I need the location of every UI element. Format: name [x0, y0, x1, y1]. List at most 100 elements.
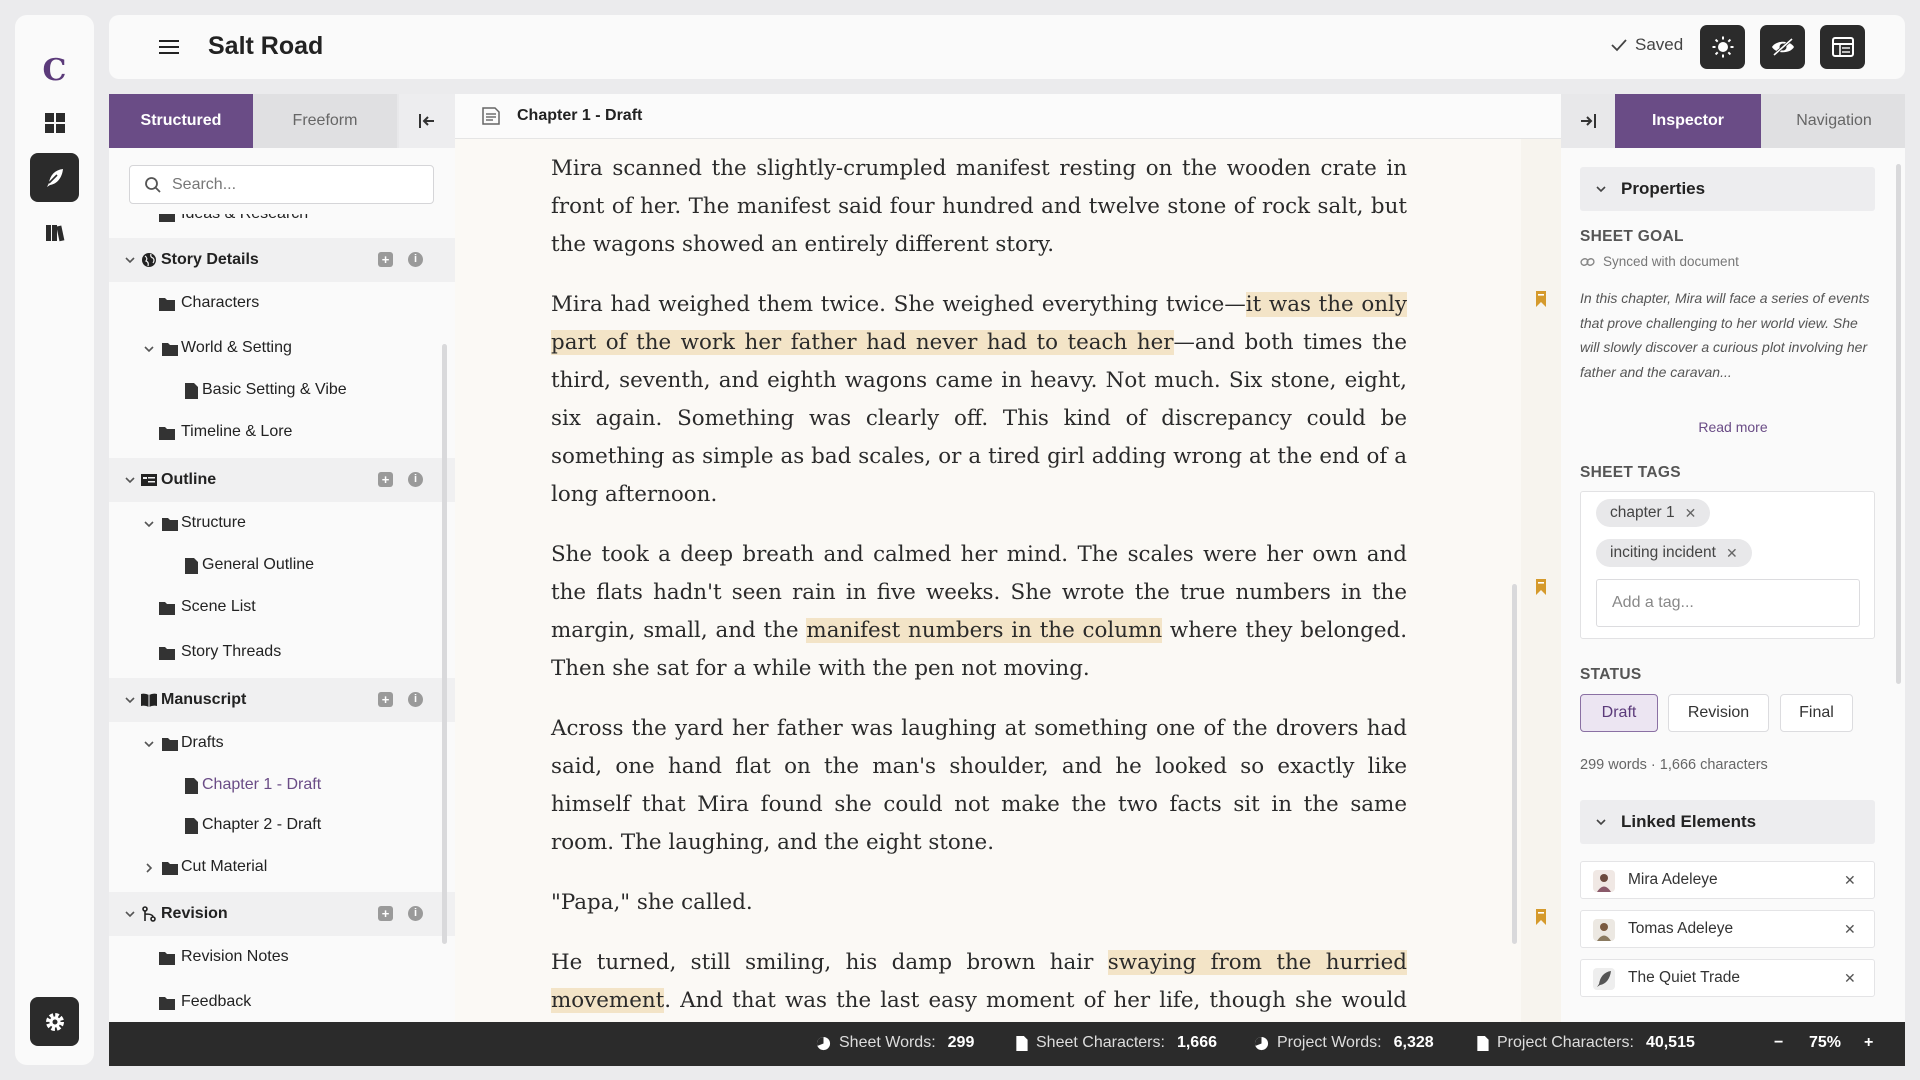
add-item-button[interactable]: + [378, 472, 393, 487]
info-icon[interactable]: i [408, 252, 423, 267]
tree-item-chapter-2[interactable]: Chapter 2 - Draft [109, 805, 455, 847]
sheet-chars-stat: Sheet Characters: 1,666 [1015, 1034, 1217, 1052]
linked-element-item[interactable]: Mira Adeleye ✕ [1580, 861, 1875, 899]
tree-item-chapter-1[interactable]: Chapter 1 - Draft [109, 765, 455, 807]
tree-item-timeline[interactable]: Timeline & Lore [109, 412, 455, 454]
text-span: "Papa," she called. [551, 890, 753, 915]
tag-label: chapter 1 [1610, 504, 1675, 521]
add-item-button[interactable]: + [378, 906, 393, 921]
tree-item-feedback[interactable]: Feedback [109, 982, 455, 1023]
project-words-label: Project Words: [1277, 1034, 1382, 1051]
layout-button[interactable] [1820, 25, 1865, 69]
linked-element-item[interactable]: Tomas Adeleye ✕ [1580, 910, 1875, 948]
manuscript-paragraph[interactable]: Across the yard her father was laughing … [551, 710, 1407, 862]
bookmark-icon[interactable] [1535, 291, 1547, 307]
table-icon [1831, 37, 1854, 57]
tab-structured[interactable]: Structured [109, 94, 253, 148]
editor-pane: Chapter 1 - Draft Mira scanned the sligh… [455, 94, 1561, 1023]
manuscript-paragraph[interactable]: He turned, still smiling, his damp brown… [551, 944, 1407, 1023]
project-words-value: 6,328 [1393, 1034, 1434, 1051]
info-icon[interactable]: i [408, 692, 423, 707]
tree-item-label: Chapter 2 - Draft [202, 816, 322, 833]
collapse-left-icon [419, 114, 434, 128]
info-icon[interactable]: i [408, 472, 423, 487]
tree-item-cut-material[interactable]: Cut Material [109, 847, 455, 889]
chevron-down-icon [125, 257, 135, 264]
zoom-in-button[interactable]: + [1864, 1034, 1873, 1052]
project-title: Salt Road [208, 32, 324, 60]
settings-button[interactable] [30, 997, 79, 1046]
chevron-down-icon [125, 477, 135, 484]
properties-header[interactable]: Properties [1580, 167, 1875, 211]
tree-item-basic-setting[interactable]: Basic Setting & Vibe [109, 370, 455, 412]
tree-item-story-threads[interactable]: Story Threads [109, 632, 455, 674]
tree-item-label: Feedback [181, 993, 252, 1010]
tree-item-revision-notes[interactable]: Revision Notes [109, 937, 455, 979]
highlighted-text[interactable]: manifest numbers in the column [806, 618, 1163, 643]
search-input[interactable] [172, 166, 427, 203]
bookmark-icon[interactable] [1535, 579, 1547, 595]
collapse-left-button[interactable] [399, 94, 455, 148]
manuscript-paragraph[interactable]: Mira scanned the slightly-crumpled manif… [551, 150, 1407, 264]
folder-icon [159, 997, 175, 1010]
pie-icon [816, 1036, 831, 1050]
manuscript-paragraph[interactable]: Mira had weighed them twice. She weighed… [551, 286, 1407, 514]
tree-section-outline[interactable]: Outline + i [109, 458, 455, 502]
tag-label: inciting incident [1610, 544, 1716, 561]
linked-element-name: The Quiet Trade [1628, 969, 1741, 986]
tab-navigation[interactable]: Navigation [1761, 94, 1905, 148]
menu-icon[interactable] [157, 35, 181, 59]
status-draft-button[interactable]: Draft [1580, 694, 1658, 732]
library-button[interactable] [30, 208, 79, 257]
collapse-right-button[interactable] [1561, 94, 1615, 148]
tab-freeform[interactable]: Freeform [253, 94, 397, 148]
binder-scrollbar[interactable] [442, 344, 447, 944]
inspector-scrollbar[interactable] [1896, 164, 1901, 684]
info-icon[interactable]: i [408, 906, 423, 921]
tag-chip: chapter 1 ✕ [1596, 499, 1711, 527]
app-rail: C [15, 15, 94, 1065]
focus-mode-button[interactable] [1760, 25, 1805, 69]
linked-element-item[interactable]: The Quiet Trade ✕ [1580, 959, 1875, 997]
add-item-button[interactable]: + [378, 692, 393, 707]
tree-item-ideas[interactable]: Ideas & Research [109, 214, 455, 236]
zoom-out-button[interactable]: − [1774, 1034, 1783, 1052]
document-icon [185, 383, 198, 399]
remove-link-icon[interactable]: ✕ [1844, 970, 1856, 987]
binder-search [129, 165, 434, 204]
linked-elements-title: Linked Elements [1621, 812, 1757, 831]
dashboard-button[interactable] [30, 98, 79, 147]
bookmark-icon[interactable] [1535, 909, 1547, 925]
chevron-down-icon [144, 741, 154, 748]
status-final-button[interactable]: Final [1780, 694, 1853, 732]
tab-inspector[interactable]: Inspector [1615, 94, 1761, 148]
project-chars-stat: Project Characters: 40,515 [1476, 1034, 1695, 1052]
remove-tag-icon[interactable]: ✕ [1726, 545, 1738, 562]
tree-section-story-details[interactable]: Story Details + i [109, 238, 455, 282]
tree-item-world-setting[interactable]: World & Setting [109, 328, 455, 370]
tree-item-label: Revision Notes [181, 948, 289, 965]
remove-link-icon[interactable]: ✕ [1844, 921, 1856, 938]
linked-element-name: Mira Adeleye [1628, 871, 1718, 888]
manuscript-paragraph[interactable]: She took a deep breath and calmed her mi… [551, 536, 1407, 688]
tree-item-characters[interactable]: Characters [109, 283, 455, 325]
tree-item-structure[interactable]: Structure [109, 503, 455, 545]
tree-item-scene-list[interactable]: Scene List [109, 587, 455, 629]
manuscript-paragraph[interactable]: "Papa," she called. [551, 884, 1407, 922]
tree-section-revision[interactable]: Revision + i [109, 892, 455, 936]
editor-scrollbar[interactable] [1512, 584, 1517, 944]
status-revision-button[interactable]: Revision [1668, 694, 1769, 732]
read-more-link[interactable]: Read more [1561, 419, 1905, 435]
tree-item-general-outline[interactable]: General Outline [109, 545, 455, 587]
theme-toggle-button[interactable] [1700, 25, 1745, 69]
remove-tag-icon[interactable]: ✕ [1685, 505, 1697, 522]
add-item-button[interactable]: + [378, 252, 393, 267]
tag-input[interactable] [1597, 580, 1859, 626]
write-button[interactable] [30, 153, 79, 202]
manuscript-text[interactable]: Mira scanned the slightly-crumpled manif… [551, 150, 1407, 1023]
pages-icon [482, 107, 500, 125]
remove-link-icon[interactable]: ✕ [1844, 872, 1856, 889]
tree-section-manuscript[interactable]: Manuscript + i [109, 678, 455, 722]
tree-item-drafts[interactable]: Drafts [109, 723, 455, 765]
linked-elements-header[interactable]: Linked Elements [1580, 800, 1875, 844]
